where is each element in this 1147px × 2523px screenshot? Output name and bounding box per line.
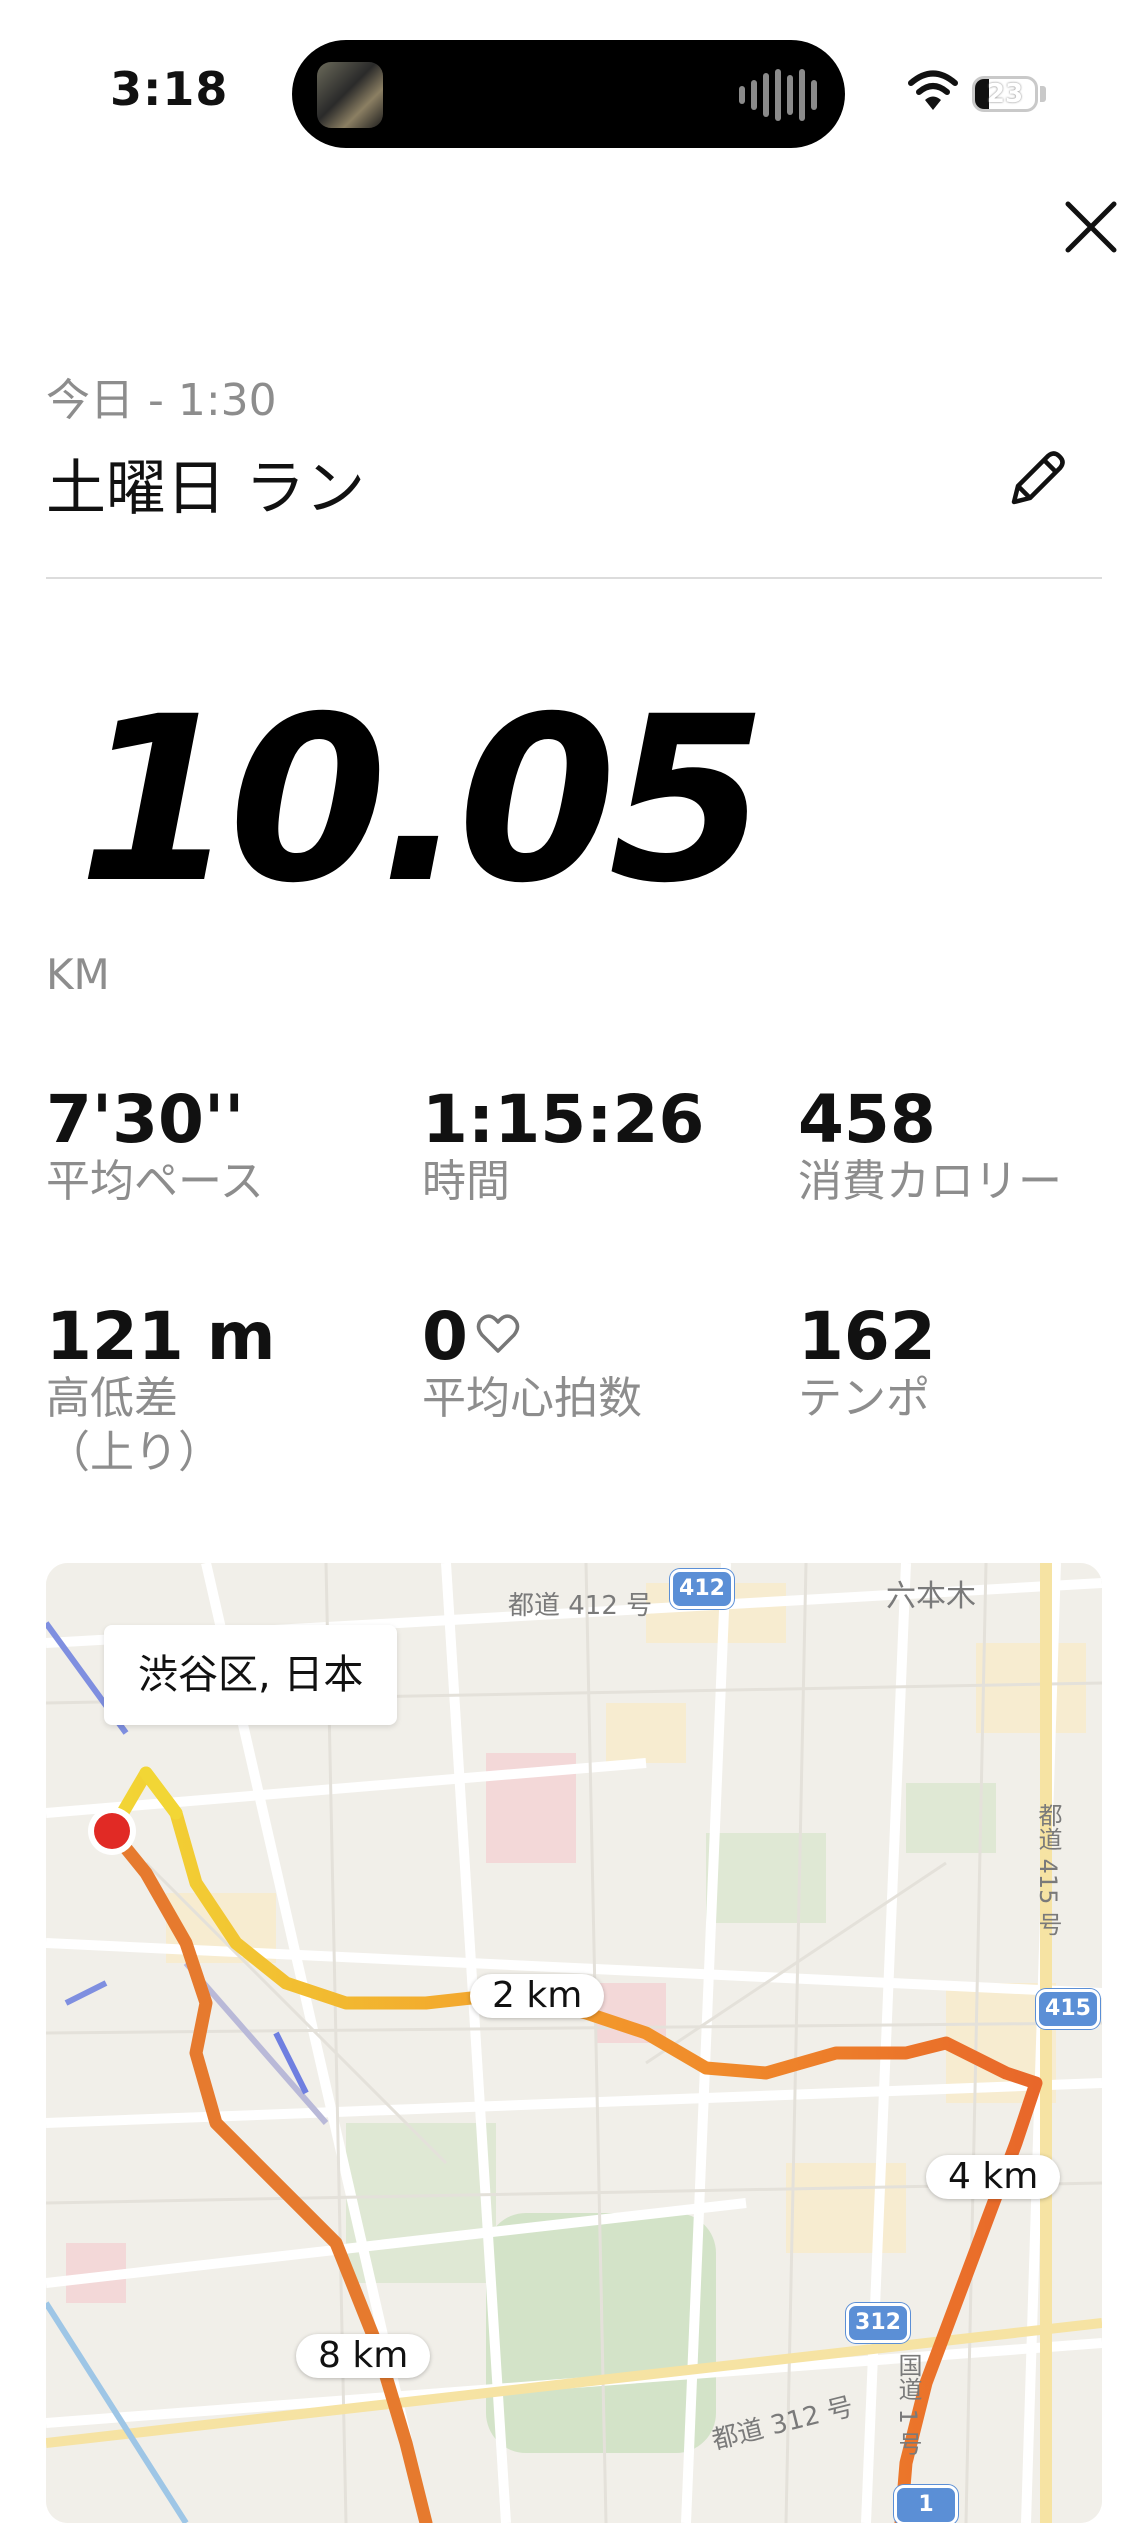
wifi-icon xyxy=(908,70,958,110)
km-marker: 4 km xyxy=(926,2155,1061,2199)
stat-cadence: 162 テンポ xyxy=(798,1302,936,1426)
route-shield: 412 xyxy=(670,1569,734,1609)
km-marker: 8 km xyxy=(296,2334,431,2378)
stat-label: 消費カロリー xyxy=(798,1156,1062,1207)
stat-value: 1:15:26 xyxy=(422,1081,705,1158)
battery-nub xyxy=(1040,86,1046,102)
stat-label: 時間 xyxy=(422,1156,510,1207)
distance-value: 10.05 xyxy=(78,667,767,933)
stat-value: 162 xyxy=(798,1298,936,1375)
stat-value: 121 m xyxy=(46,1298,276,1375)
now-playing-artwork[interactable] xyxy=(317,62,383,128)
stat-value: 0 xyxy=(422,1298,468,1375)
map-road-label: 国道 1 号 xyxy=(894,2353,922,2456)
route-shield: 415 xyxy=(1036,1989,1100,2029)
km-marker: 2 km xyxy=(470,1974,605,2018)
route-shield: 1 xyxy=(894,2485,958,2523)
status-time: 3:18 xyxy=(110,62,229,116)
stat-label: 平均心拍数 xyxy=(422,1373,642,1424)
stat-heart-rate: 0 平均心拍数 xyxy=(422,1302,642,1426)
map-place-label: 六本木 xyxy=(886,1579,976,1614)
location-label: 渋谷区, 日本 xyxy=(104,1625,398,1725)
stat-label: テンポ xyxy=(798,1373,930,1424)
stat-elevation: 121 m 高低差 （上り） xyxy=(46,1302,276,1480)
run-date: 今日 - 1:30 xyxy=(46,375,277,426)
heart-icon xyxy=(476,1314,520,1353)
close-icon[interactable] xyxy=(1062,198,1120,256)
stat-duration: 1:15:26 時間 xyxy=(422,1085,704,1209)
run-title: 土曜日 ラン xyxy=(46,454,366,524)
stat-avg-pace: 7'30'' 平均ペース xyxy=(46,1085,264,1209)
route-shield: 312 xyxy=(846,2303,910,2343)
map-road-label: 都道 415 号 xyxy=(1034,1803,1062,1937)
distance-unit: KM xyxy=(46,950,110,999)
edit-pencil-icon[interactable] xyxy=(1004,446,1070,512)
stat-calories: 458 消費カロリー xyxy=(798,1085,1062,1209)
stat-value: 458 xyxy=(798,1081,936,1158)
dynamic-island[interactable] xyxy=(292,40,845,148)
stat-label: 平均ペース xyxy=(46,1156,264,1207)
audio-waveform-icon xyxy=(739,68,817,122)
battery-level: 23 xyxy=(986,79,1024,109)
stat-value: 7'30'' xyxy=(46,1081,245,1158)
map-road-label: 都道 412 号 xyxy=(508,1591,653,1621)
divider xyxy=(46,577,1102,579)
stat-label: 高低差 （上り） xyxy=(46,1373,222,1478)
battery-icon: 23 xyxy=(972,76,1038,112)
